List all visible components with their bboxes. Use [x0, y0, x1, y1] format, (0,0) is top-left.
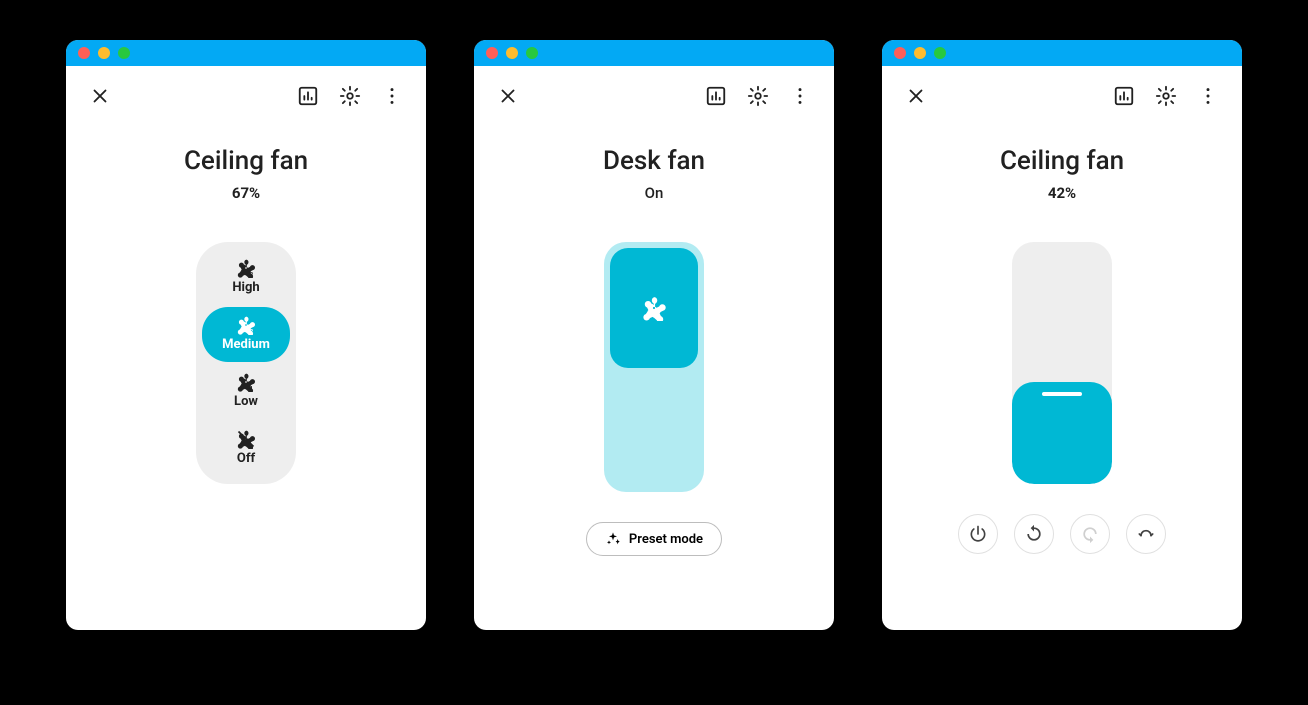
- svg-text:1: 1: [249, 384, 253, 392]
- speed-option-medium[interactable]: 2 Medium: [202, 307, 290, 362]
- close-button[interactable]: [84, 80, 116, 112]
- bar-chart-icon: [1113, 85, 1135, 107]
- slider-handle: [1042, 392, 1082, 396]
- device-status: 42%: [882, 184, 1242, 202]
- stats-button[interactable]: [1108, 80, 1140, 112]
- close-icon: [905, 85, 927, 107]
- speed-label: Off: [206, 451, 286, 466]
- stats-button[interactable]: [292, 80, 324, 112]
- speed-label: Low: [206, 394, 286, 409]
- more-button[interactable]: [1192, 80, 1224, 112]
- stats-button[interactable]: [700, 80, 732, 112]
- speed-selector: 3 High 2 Medium 1 Low Off: [196, 242, 296, 484]
- speed-option-high[interactable]: 3 High: [202, 250, 290, 305]
- device-status: 67%: [66, 184, 426, 202]
- window-ceiling-fan-slider: Ceiling fan 42%: [882, 40, 1242, 630]
- close-button[interactable]: [900, 80, 932, 112]
- titlebar: [474, 40, 834, 66]
- oscillate-icon: [1136, 524, 1156, 544]
- fan-1-icon: 1: [236, 372, 256, 392]
- window-maximize-dot[interactable]: [526, 47, 538, 59]
- fan-3-icon: 3: [236, 258, 256, 278]
- header: Ceiling fan 42%: [882, 146, 1242, 202]
- device-title: Ceiling fan: [882, 146, 1242, 176]
- content: 3 High 2 Medium 1 Low Off: [66, 202, 426, 630]
- topbar: [882, 66, 1242, 118]
- more-button[interactable]: [784, 80, 816, 112]
- power-toggle[interactable]: [604, 242, 704, 492]
- close-icon: [89, 85, 111, 107]
- fan-off-icon: [236, 429, 256, 449]
- power-icon: [968, 524, 988, 544]
- content: [882, 202, 1242, 630]
- speed-option-low[interactable]: 1 Low: [202, 364, 290, 419]
- topbar: [474, 66, 834, 118]
- rotate-left-button[interactable]: [1014, 514, 1054, 554]
- sparkle-icon: [605, 531, 621, 547]
- more-vertical-icon: [789, 85, 811, 107]
- window-maximize-dot[interactable]: [118, 47, 130, 59]
- gear-icon: [339, 85, 361, 107]
- gear-icon: [1155, 85, 1177, 107]
- device-title: Ceiling fan: [66, 146, 426, 176]
- settings-button[interactable]: [742, 80, 774, 112]
- content: Preset mode: [474, 202, 834, 630]
- rotate-cw-icon: [1080, 524, 1100, 544]
- window-ceiling-fan-speeds: Ceiling fan 67% 3 High 2 Medium 1 Low Of…: [66, 40, 426, 630]
- topbar: [66, 66, 426, 118]
- header: Desk fan On: [474, 146, 834, 202]
- gear-icon: [747, 85, 769, 107]
- window-close-dot[interactable]: [894, 47, 906, 59]
- window-desk-fan: Desk fan On Preset mode: [474, 40, 834, 630]
- header: Ceiling fan 67%: [66, 146, 426, 202]
- oscillate-button[interactable]: [1126, 514, 1166, 554]
- svg-text:2: 2: [249, 327, 253, 335]
- window-close-dot[interactable]: [78, 47, 90, 59]
- slider-fill: [1012, 382, 1112, 484]
- rotate-ccw-icon: [1024, 524, 1044, 544]
- bar-chart-icon: [297, 85, 319, 107]
- window-close-dot[interactable]: [486, 47, 498, 59]
- preset-mode-button[interactable]: Preset mode: [586, 522, 722, 556]
- fan-2-icon: 2: [236, 315, 256, 335]
- window-minimize-dot[interactable]: [98, 47, 110, 59]
- settings-button[interactable]: [1150, 80, 1182, 112]
- toggle-thumb: [610, 248, 698, 368]
- settings-button[interactable]: [334, 80, 366, 112]
- more-button[interactable]: [376, 80, 408, 112]
- close-button[interactable]: [492, 80, 524, 112]
- titlebar: [882, 40, 1242, 66]
- svg-text:3: 3: [249, 270, 253, 278]
- bar-chart-icon: [705, 85, 727, 107]
- fan-icon: [641, 295, 667, 321]
- speed-slider[interactable]: [1012, 242, 1112, 484]
- close-icon: [497, 85, 519, 107]
- power-button[interactable]: [958, 514, 998, 554]
- titlebar: [66, 40, 426, 66]
- rotate-right-button[interactable]: [1070, 514, 1110, 554]
- action-row: [958, 514, 1166, 554]
- speed-label: High: [206, 280, 286, 295]
- more-vertical-icon: [1197, 85, 1219, 107]
- more-vertical-icon: [381, 85, 403, 107]
- speed-option-off[interactable]: Off: [202, 421, 290, 476]
- speed-label: Medium: [206, 337, 286, 352]
- window-minimize-dot[interactable]: [506, 47, 518, 59]
- window-maximize-dot[interactable]: [934, 47, 946, 59]
- preset-label: Preset mode: [629, 532, 703, 547]
- device-status: On: [474, 184, 834, 202]
- window-minimize-dot[interactable]: [914, 47, 926, 59]
- device-title: Desk fan: [474, 146, 834, 176]
